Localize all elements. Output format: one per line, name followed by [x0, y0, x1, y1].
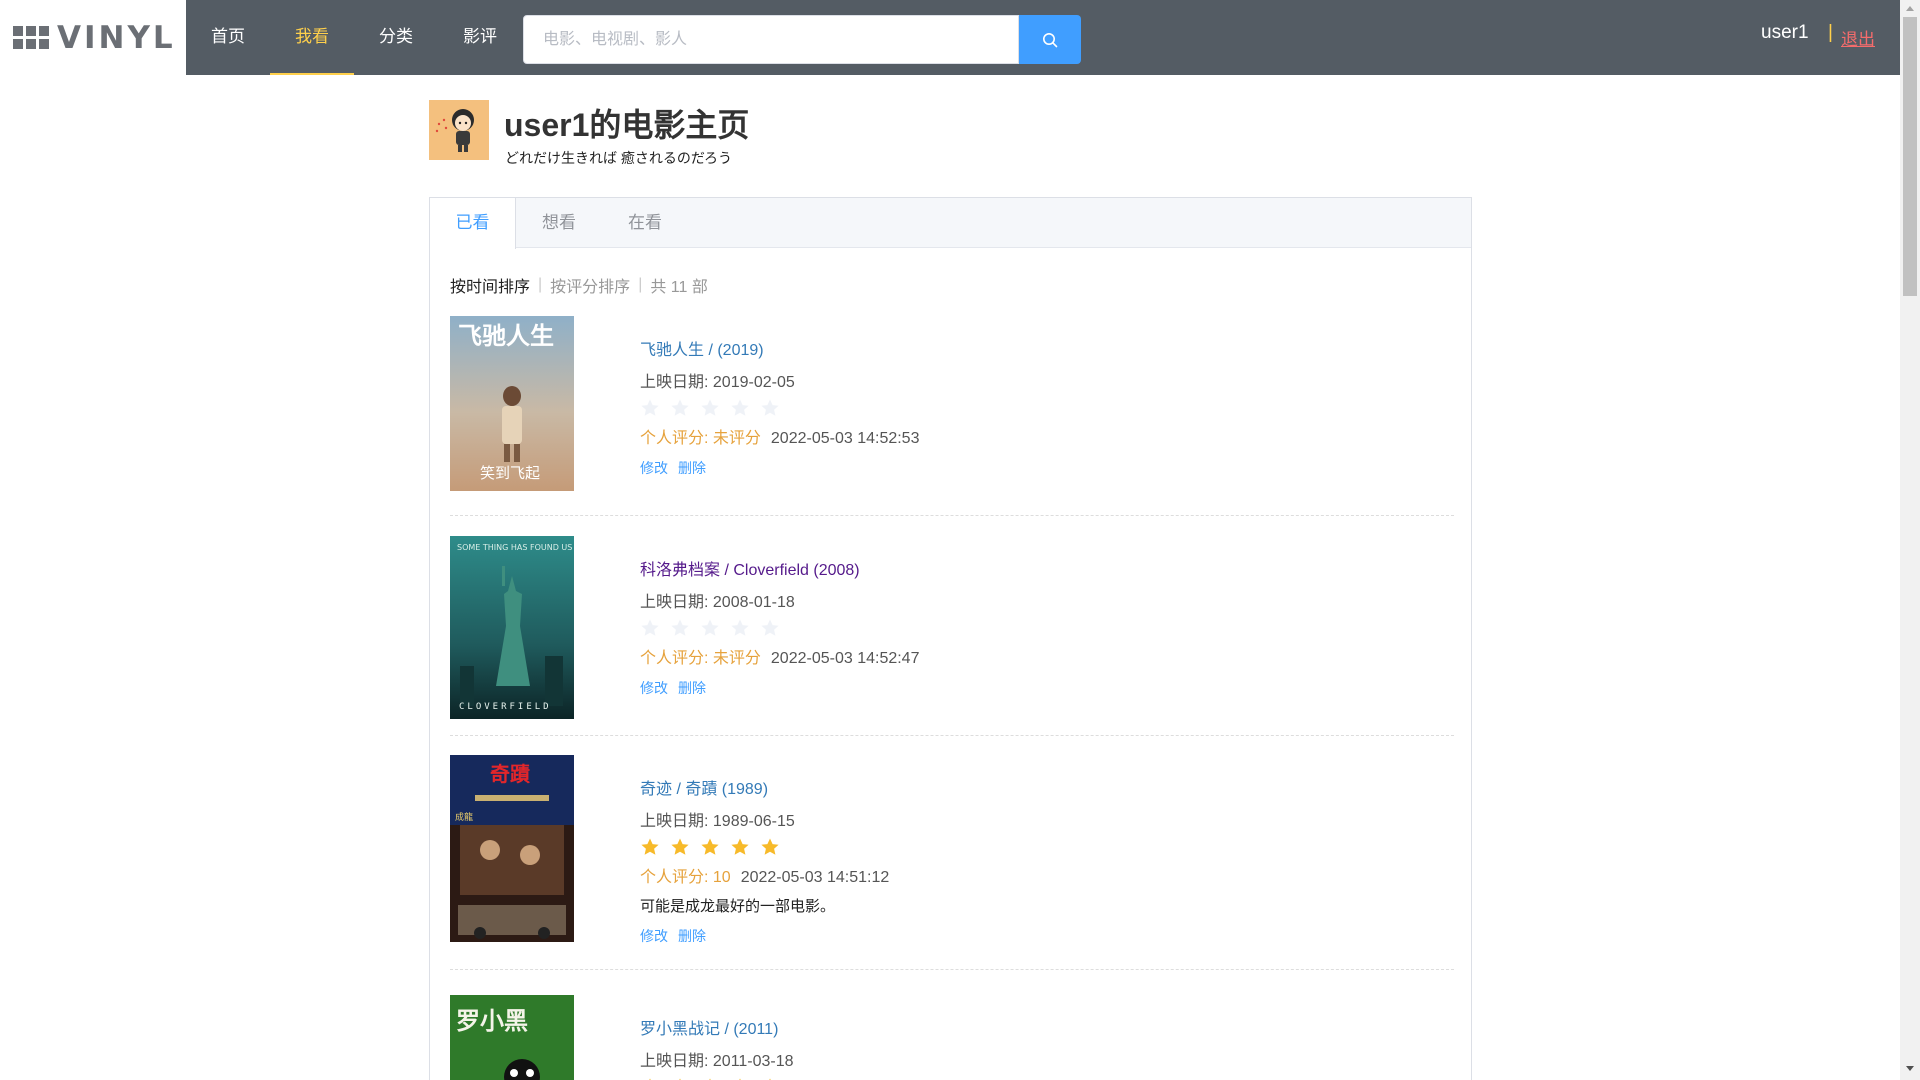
- movie-title-link[interactable]: 飞驰人生 / (2019): [640, 336, 919, 360]
- nav-item-my-watch[interactable]: 我看: [270, 0, 354, 75]
- rating-time: 2022-05-03 14:51:12: [740, 869, 890, 886]
- movie-item: SOME THING HAS FOUND US CLOVERFIELD 科洛弗档…: [450, 536, 1454, 736]
- tab-watched[interactable]: 已看: [430, 198, 516, 249]
- scroll-thumb[interactable]: [1903, 17, 1917, 296]
- star-icon[interactable]: [670, 618, 690, 638]
- movie-poster[interactable]: 飞驰人生 笑到飞起: [450, 316, 574, 491]
- svg-text:SOME THING HAS FOUND US: SOME THING HAS FOUND US: [457, 543, 572, 552]
- rating-time: 2022-05-03 14:52:47: [770, 650, 920, 667]
- release-date: 上映日期: 2008-01-18: [640, 594, 795, 611]
- item-actions: 修改 删除: [640, 926, 889, 946]
- svg-text:飞驰人生: 飞驰人生: [458, 321, 554, 350]
- tab-bar: 已看 想看 在看: [430, 198, 1471, 249]
- edit-link[interactable]: 修改: [640, 458, 668, 478]
- tab-want-to-watch[interactable]: 想看: [516, 198, 602, 248]
- release-date: 上映日期: 1989-06-15: [640, 813, 795, 830]
- grid-icon: [13, 26, 49, 49]
- star-icon[interactable]: [760, 837, 780, 857]
- sort-divider: |: [538, 276, 543, 293]
- top-navbar: VINYL 首页 我看 分类 影评 user1 | 退出: [0, 0, 1900, 75]
- rating-line: 个人评分: 未评分 2022-05-03 14:52:53: [640, 424, 919, 448]
- edit-link[interactable]: 修改: [640, 926, 668, 946]
- logo-text: VINYL: [57, 19, 176, 56]
- star-icon[interactable]: [670, 398, 690, 418]
- star-icon[interactable]: [670, 837, 690, 857]
- rating-time: 2022-05-03 14:52:53: [770, 430, 920, 447]
- personal-rating: 个人评分: 未评分: [640, 430, 761, 447]
- release-date: 上映日期: 2011-03-18: [640, 1053, 794, 1070]
- sort-by-rating[interactable]: 按评分排序: [550, 273, 630, 297]
- movie-info: 罗小黑战记 / (2011) 上映日期: 2011-03-18: [640, 1015, 794, 1080]
- search-input[interactable]: [523, 15, 1019, 64]
- sort-divider: |: [638, 276, 643, 293]
- star-icon[interactable]: [700, 837, 720, 857]
- item-actions: 修改 删除: [640, 458, 919, 478]
- movie-poster[interactable]: 奇蹟 成龍: [450, 755, 574, 942]
- rating-line: 个人评分: 未评分 2022-05-03 14:52:47: [640, 644, 919, 668]
- tab-watching[interactable]: 在看: [602, 198, 688, 248]
- nav-item-reviews[interactable]: 影评: [438, 0, 522, 75]
- scroll-up-arrow-icon[interactable]: [1906, 6, 1914, 11]
- release-date: 上映日期: 2019-02-05: [640, 374, 795, 391]
- sort-by-time[interactable]: 按时间排序: [450, 273, 530, 297]
- edit-link[interactable]: 修改: [640, 678, 668, 698]
- star-icon[interactable]: [760, 618, 780, 638]
- movie-info: 飞驰人生 / (2019) 上映日期: 2019-02-05 个人评分: 未评分…: [640, 336, 919, 478]
- movie-item: 奇蹟 成龍 奇迹 / 奇蹟 (1989) 上映日期: 1989-06-15 个人…: [450, 755, 1454, 970]
- search-button[interactable]: [1019, 15, 1081, 64]
- nav-item-home[interactable]: 首页: [186, 0, 270, 75]
- movie-item: 飞驰人生 笑到飞起 飞驰人生 / (2019) 上映日期: 2019-02-05…: [450, 316, 1454, 516]
- movie-poster[interactable]: SOME THING HAS FOUND US CLOVERFIELD: [450, 536, 574, 719]
- logo[interactable]: VINYL: [0, 0, 186, 75]
- movie-poster[interactable]: 罗小黑: [450, 995, 574, 1080]
- nav-item-categories[interactable]: 分类: [354, 0, 438, 75]
- star-icon[interactable]: [730, 398, 750, 418]
- user-name[interactable]: user1: [1761, 22, 1809, 44]
- movie-title-link[interactable]: 奇迹 / 奇蹟 (1989): [640, 775, 889, 799]
- delete-link[interactable]: 删除: [678, 926, 706, 946]
- page-title: user1的电影主页: [504, 107, 750, 143]
- nav-menu: 首页 我看 分类 影评 user1 | 退出: [186, 0, 1900, 75]
- star-rating[interactable]: [640, 618, 919, 640]
- svg-text:笑到飞起: 笑到飞起: [480, 464, 540, 482]
- rating-line: 个人评分: 10 2022-05-03 14:51:12: [640, 863, 889, 887]
- scrollbar[interactable]: [1900, 0, 1920, 1080]
- movie-item: 罗小黑 罗小黑战记 / (2011) 上映日期: 2011-03-18: [450, 995, 1454, 1080]
- star-rating[interactable]: [640, 837, 889, 859]
- movie-info: 科洛弗档案 / Cloverfield (2008) 上映日期: 2008-01…: [640, 556, 919, 698]
- star-rating[interactable]: [640, 398, 919, 420]
- movie-title-link[interactable]: 罗小黑战记 / (2011): [640, 1015, 794, 1039]
- movie-title-link[interactable]: 科洛弗档案 / Cloverfield (2008): [640, 556, 919, 580]
- star-icon[interactable]: [760, 398, 780, 418]
- svg-text:奇蹟: 奇蹟: [490, 762, 531, 786]
- page-subtitle: どれだけ生きれば 癒されるのだろう: [505, 150, 733, 166]
- star-icon[interactable]: [640, 618, 660, 638]
- watched-card: 已看 想看 在看 按时间排序 | 按评分排序 | 共 11 部 飞驰人生 笑到飞…: [429, 197, 1472, 1080]
- svg-text:CLOVERFIELD: CLOVERFIELD: [459, 702, 552, 712]
- svg-text:罗小黑: 罗小黑: [456, 1006, 528, 1035]
- sort-bar: 按时间排序 | 按评分排序 | 共 11 部: [450, 273, 708, 297]
- star-icon[interactable]: [700, 618, 720, 638]
- star-icon[interactable]: [730, 618, 750, 638]
- svg-text:成龍: 成龍: [455, 811, 473, 823]
- delete-link[interactable]: 删除: [678, 678, 706, 698]
- item-actions: 修改 删除: [640, 678, 919, 698]
- personal-rating: 个人评分: 10: [640, 869, 731, 886]
- star-icon[interactable]: [700, 398, 720, 418]
- avatar: [429, 100, 489, 160]
- personal-rating: 个人评分: 未评分: [640, 650, 761, 667]
- star-icon[interactable]: [640, 398, 660, 418]
- search-icon: [1043, 32, 1058, 47]
- user-separator: |: [1828, 22, 1833, 43]
- delete-link[interactable]: 删除: [678, 458, 706, 478]
- review-comment: 可能是成龙最好的一部电影。: [640, 898, 836, 915]
- star-icon[interactable]: [730, 837, 750, 857]
- scroll-down-arrow-icon[interactable]: [1906, 1066, 1914, 1071]
- star-icon[interactable]: [640, 837, 660, 857]
- logout-link[interactable]: 退出: [1841, 25, 1875, 50]
- movie-info: 奇迹 / 奇蹟 (1989) 上映日期: 1989-06-15 个人评分: 10…: [640, 775, 889, 946]
- total-count: 共 11 部: [650, 279, 708, 296]
